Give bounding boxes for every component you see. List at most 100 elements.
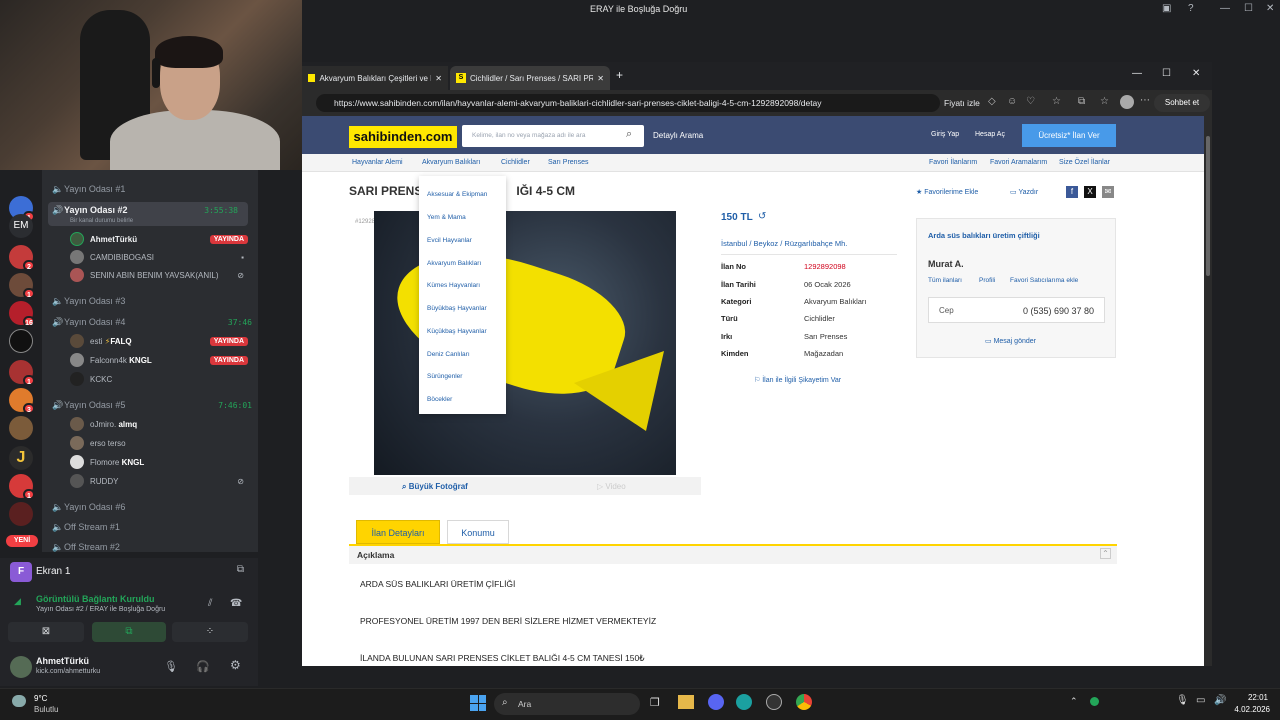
collections-icon[interactable]: ☆ (1100, 96, 1109, 107)
server-icon[interactable]: J (9, 446, 33, 470)
tab-akvaryum[interactable]: Akvaryum Balıkları Çeşitleri ve Fiya✕ (302, 66, 448, 90)
server-icon[interactable] (9, 416, 33, 440)
tab-details[interactable]: İlan Detayları (356, 520, 440, 544)
voice-channel[interactable]: 🔈 Off Stream #2 (52, 538, 120, 553)
file-explorer-icon[interactable] (678, 695, 694, 709)
voice-user[interactable]: SENIN ABIN BENIM YAVSAK(ANIL) ⊘ (70, 266, 250, 284)
chrome-app-icon[interactable] (796, 694, 812, 710)
register-link[interactable]: Hesap Aç (975, 131, 1005, 138)
activities-button[interactable]: ⁘ (172, 622, 248, 642)
tag-icon[interactable]: ◇ (988, 96, 996, 107)
voice-user[interactable]: esti ⚡ FALQ YAYINDA (70, 332, 250, 350)
menu-item[interactable]: Deniz Canlıları (427, 351, 470, 358)
tab-location[interactable]: Konumu (447, 520, 509, 544)
voice-user[interactable]: KCKC (70, 370, 250, 388)
price-watch-label[interactable]: Fiyatı izle (944, 98, 980, 108)
weather-text[interactable]: Bulutlu (34, 705, 58, 714)
copilot-button[interactable]: Sohbet et (1154, 94, 1210, 112)
menu-item[interactable]: Böcekler (427, 396, 452, 403)
scrollbar[interactable] (1204, 116, 1212, 666)
server-icon[interactable] (9, 502, 33, 526)
favorite-seller-link[interactable]: Favori Satıcılarıma ekle (1010, 277, 1078, 284)
breadcrumb-item[interactable]: Akvaryum Balıkları (422, 159, 480, 166)
breadcrumb-item[interactable]: Sarı Prenses (548, 159, 588, 166)
screen-share-button[interactable]: ⧉ (92, 622, 166, 642)
search-icon[interactable]: ⌕ (626, 128, 632, 141)
voice-channel[interactable]: 🔈 Yayın Odası #1 (52, 180, 125, 198)
send-message-link[interactable]: ▭ Mesaj gönder (985, 337, 1036, 345)
emoji-icon[interactable]: ☺ (1007, 96, 1017, 107)
new-badge[interactable]: YENİ (6, 535, 38, 547)
close-icon[interactable]: ✕ (1192, 68, 1200, 79)
clock-time[interactable]: 22:01 (1232, 693, 1268, 702)
windows-start-icon[interactable] (470, 695, 486, 711)
disconnect-icon[interactable]: ☎ (230, 598, 242, 609)
clock-date[interactable]: 4.02.2026 (1222, 705, 1270, 714)
voice-channel[interactable]: 🔊 Yayın Odası #4 37:46 (52, 313, 252, 331)
menu-item[interactable]: Yem & Mama (427, 214, 466, 221)
extensions-icon[interactable]: ⧉ (1078, 96, 1085, 107)
print-link[interactable]: ▭ Yazdır (1010, 188, 1038, 196)
voice-user[interactable]: erso terso (70, 434, 250, 452)
voice-channel[interactable]: 🔈 Off Stream #1 (52, 518, 120, 536)
add-favorite-link[interactable]: ★ Favorilerime Ekle (916, 188, 978, 196)
server-icon[interactable]: 1 (9, 474, 35, 500)
menu-item[interactable]: Küçükbaş Hayvanlar (427, 328, 487, 335)
breadcrumb-item[interactable]: Hayvanlar Alemi (352, 159, 403, 166)
weather-temp[interactable]: 9°C (34, 694, 47, 703)
video-link[interactable]: ▷ Video (597, 482, 626, 491)
complaint-link[interactable]: ⚐ İlan ile İlgili Şikayetim Var (754, 376, 841, 384)
favorite-star-icon[interactable]: ☆ (1052, 96, 1061, 107)
discord-app-icon[interactable] (708, 694, 724, 710)
post-ad-button[interactable]: Ücretsiz* İlan Ver (1022, 124, 1116, 147)
profile-link[interactable]: Profili (979, 277, 995, 284)
search-input[interactable]: Kelime, ilan no veya mağaza adı ile ara (462, 125, 644, 147)
server-icon[interactable]: 1 (9, 360, 35, 386)
avatar[interactable] (10, 656, 32, 678)
facebook-share-icon[interactable]: f (1066, 186, 1078, 198)
minimize-icon[interactable]: — (1220, 3, 1230, 14)
voice-user[interactable]: Flomore KNGL (70, 453, 250, 471)
noise-icon[interactable]: ⫽ (208, 598, 212, 609)
favorite-ads-link[interactable]: Favori İlanlarım (929, 159, 977, 166)
voice-user[interactable]: RUDDY ⊘ (70, 472, 250, 490)
server-icon[interactable]: 3 (9, 388, 35, 414)
taskbar-search[interactable]: ⌕ Ara (494, 693, 640, 715)
voice-user[interactable]: CAMDIBIBOGASI ▪ (70, 248, 250, 266)
server-icon[interactable] (9, 329, 33, 353)
all-ads-link[interactable]: Tüm ilanları (928, 277, 962, 284)
store-name[interactable]: Arda süs balıkları üretim çiftliği (928, 231, 1040, 240)
site-logo[interactable]: sahibinden.com (349, 126, 457, 148)
email-share-icon[interactable]: ✉ (1102, 186, 1114, 198)
menu-item[interactable]: Evcil Hayvanlar (427, 237, 472, 244)
connection-sub[interactable]: Yayın Odası #2 / ERAY ile Boşluğa Doğru (36, 606, 165, 613)
popout-icon[interactable]: ⧉ (237, 564, 244, 575)
big-photo-link[interactable]: ⌕ Büyük Fotoğraf (402, 482, 468, 492)
menu-item[interactable]: Büyükbaş Hayvanlar (427, 305, 487, 312)
advanced-search-link[interactable]: Detaylı Arama (653, 131, 703, 140)
close-icon[interactable]: ✕ (1266, 3, 1274, 14)
maximize-icon[interactable]: ☐ (1162, 68, 1171, 79)
x-share-icon[interactable]: X (1084, 186, 1096, 198)
voice-channel[interactable]: 🔈 Yayın Odası #3 (52, 292, 125, 310)
profile-avatar[interactable] (1120, 95, 1134, 109)
price-history-icon[interactable]: ↺ (758, 211, 766, 222)
headphones-icon[interactable]: 🎧 (196, 660, 210, 673)
tray-status-icon[interactable] (1090, 697, 1099, 706)
microphone-icon[interactable]: 🎙 (1176, 695, 1189, 706)
channel-status[interactable]: Bir kanal durumu belirle (70, 218, 133, 224)
read-aloud-icon[interactable]: ♡ (1026, 96, 1035, 107)
favorite-searches-link[interactable]: Favori Aramalarım (990, 159, 1047, 166)
camera-off-button[interactable]: ⊠ (8, 622, 84, 642)
menu-item[interactable]: Sürüngenler (427, 373, 462, 380)
voice-user[interactable]: AhmetTürkü YAYINDA (70, 230, 250, 248)
new-tab-button[interactable]: + (616, 68, 623, 82)
gear-icon[interactable]: ⚙ (230, 658, 241, 672)
breadcrumb-item[interactable]: Cichlidler (501, 159, 530, 166)
collapse-icon[interactable]: ⌃ (1100, 548, 1111, 559)
minimize-icon[interactable]: — (1132, 68, 1142, 79)
network-icon[interactable]: ▭ (1196, 695, 1205, 706)
server-icon[interactable]: 16 (9, 301, 35, 327)
voice-channel[interactable]: 🔈 Yayın Odası #6 (52, 498, 125, 516)
server-icon[interactable]: 2 (9, 245, 35, 271)
